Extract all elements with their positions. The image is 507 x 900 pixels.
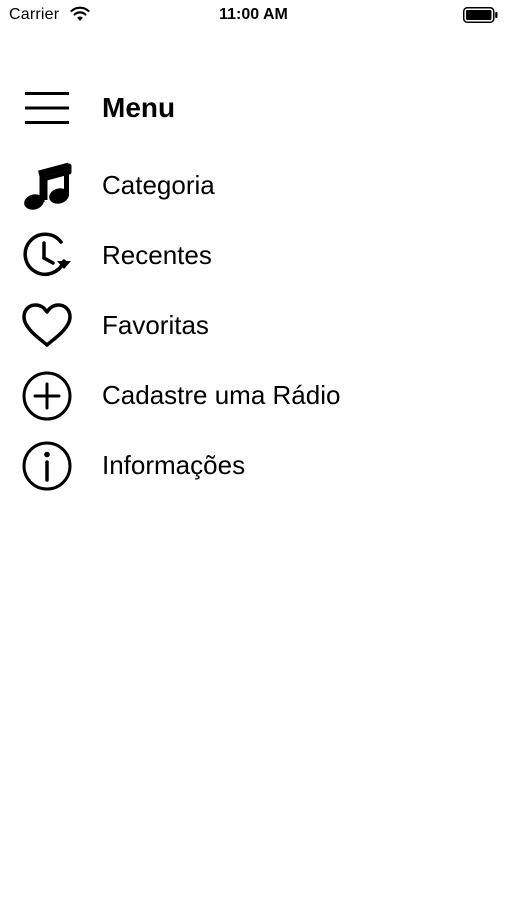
menu-item-favoritas[interactable]: Favoritas [0, 292, 507, 362]
clock-history-icon [23, 232, 71, 276]
info-circle-icon [22, 441, 72, 491]
heart-icon [22, 303, 72, 347]
status-bar: Carrier 11:00 AM [0, 0, 507, 32]
menu-item-informacoes[interactable]: Informações [0, 432, 507, 502]
battery-icon [463, 7, 498, 23]
menu-list: Categoria Recentes Favoritas Cadastre um… [0, 152, 507, 502]
menu-item-cadastre-radio[interactable]: Cadastre uma Rádio [0, 362, 507, 432]
menu-item-label: Favoritas [102, 310, 209, 340]
menu-item-label: Categoria [102, 170, 215, 200]
menu-item-label: Cadastre uma Rádio [102, 380, 341, 410]
menu-title: Menu [102, 92, 176, 123]
menu-item-label: Informações [102, 450, 246, 480]
clock-label: 11:00 AM [219, 6, 288, 23]
menu-item-label: Recentes [102, 240, 212, 270]
menu-item-categoria[interactable]: Categoria [0, 152, 507, 222]
menu-screen: Carrier 11:00 AM Menu Categoria Recentes… [0, 0, 507, 900]
plus-circle-icon [22, 371, 72, 421]
menu-header: Menu [0, 86, 507, 130]
hamburger-icon[interactable] [25, 90, 69, 126]
menu-item-recentes[interactable]: Recentes [0, 222, 507, 292]
music-note-icon [24, 162, 72, 210]
